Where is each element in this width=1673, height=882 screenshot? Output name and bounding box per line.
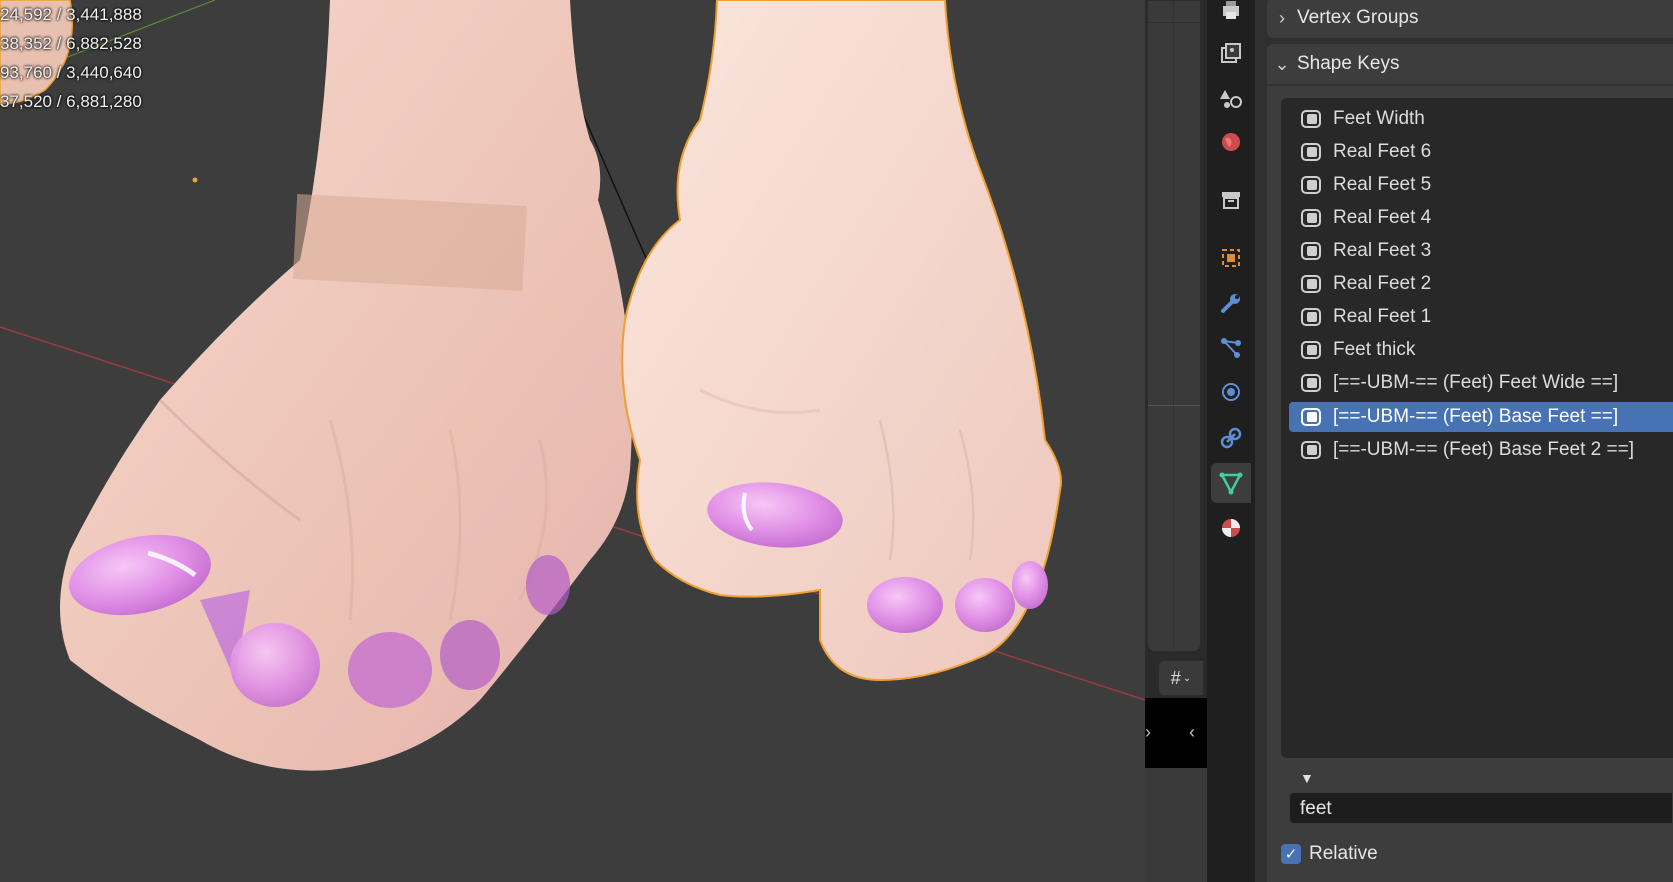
- tab-view-layer[interactable]: [1211, 33, 1251, 73]
- viewport-statistics: 24,592 / 3,441,888 38,352 / 6,882,528 93…: [0, 0, 142, 116]
- scene-icon: [1220, 90, 1242, 108]
- shape-key-icon: [1301, 408, 1321, 426]
- right-toenail-3: [955, 578, 1015, 632]
- shape-key-name: Feet thick: [1333, 339, 1416, 360]
- tab-world[interactable]: [1211, 122, 1251, 162]
- right-foot-mesh[interactable]: [621, 0, 1062, 682]
- box-icon: [1222, 192, 1240, 209]
- printer-icon: [1223, 1, 1239, 19]
- stat-line: 93,760 / 3,440,640: [0, 63, 142, 82]
- shape-key-icon: [1301, 441, 1321, 459]
- chevron-down-icon: ⌄: [1274, 53, 1290, 74]
- image-stack-icon: [1221, 43, 1241, 63]
- tab-physics[interactable]: [1211, 372, 1251, 412]
- relative-checkbox[interactable]: ✓: [1281, 844, 1301, 864]
- shape-keys-label: Shape Keys: [1297, 53, 1400, 74]
- list-item[interactable]: Real Feet 6: [1289, 137, 1673, 167]
- left-foot-mesh[interactable]: [60, 0, 632, 771]
- globe-icon: [1222, 133, 1240, 151]
- shape-key-name: Real Feet 6: [1333, 141, 1432, 162]
- shape-key-icon: [1301, 209, 1321, 227]
- tab-object[interactable]: [1211, 238, 1251, 278]
- stat-line: 24,592 / 3,441,888: [0, 5, 142, 24]
- shape-key-name: Real Feet 2: [1333, 273, 1432, 294]
- stat-line: 38,352 / 6,882,528: [0, 34, 142, 53]
- lower-region-strip: [1145, 768, 1207, 882]
- shape-key-filter-input[interactable]: feet: [1289, 792, 1673, 824]
- shape-keys-panel-header[interactable]: ⌄ Shape Keys: [1267, 44, 1673, 84]
- shape-key-name: [==-UBM-== (Feet) Feet Wide ==]: [1333, 372, 1619, 393]
- shape-key-icon: [1301, 143, 1321, 161]
- constraint-icon: [1220, 427, 1242, 449]
- shape-key-name: Real Feet 5: [1333, 174, 1432, 195]
- tab-particles[interactable]: [1211, 328, 1251, 368]
- viewport-scene[interactable]: [0, 0, 1145, 882]
- shape-key-icon: [1301, 275, 1321, 293]
- vertex-groups-label: Vertex Groups: [1297, 7, 1419, 28]
- shape-key-icon: [1301, 242, 1321, 260]
- vertex-groups-panel-header[interactable]: › Vertex Groups: [1267, 0, 1673, 38]
- shape-key-name: Real Feet 4: [1333, 207, 1432, 228]
- filter-options-toggle-icon[interactable]: ▼: [1300, 770, 1314, 786]
- tab-constraints[interactable]: [1211, 418, 1251, 458]
- shape-key-name: Real Feet 3: [1333, 240, 1432, 261]
- properties-editor: › Vertex Groups ⌄ Shape Keys Feet Width …: [1255, 0, 1673, 882]
- shape-key-icon: [1301, 341, 1321, 359]
- expand-left-icon[interactable]: ‹: [1189, 722, 1195, 743]
- shape-key-name: Real Feet 1: [1333, 306, 1432, 327]
- shape-key-icon: [1301, 176, 1321, 194]
- list-item-selected[interactable]: [==-UBM-== (Feet) Base Feet ==]: [1289, 402, 1673, 432]
- 3d-viewport[interactable]: 24,592 / 3,441,888 38,352 / 6,882,528 93…: [0, 0, 1145, 882]
- side-region-strip[interactable]: [1147, 0, 1201, 652]
- tab-collection[interactable]: [1211, 180, 1251, 220]
- relative-label: Relative: [1309, 843, 1378, 864]
- object-origin-dot[interactable]: [192, 177, 198, 183]
- shape-key-name: Feet Width: [1333, 108, 1425, 129]
- list-item[interactable]: Real Feet 5: [1289, 170, 1673, 200]
- shape-key-name: [==-UBM-== (Feet) Base Feet 2 ==]: [1333, 439, 1634, 460]
- expand-right-icon[interactable]: ›: [1145, 722, 1151, 743]
- relative-checkbox-row[interactable]: ✓ Relative: [1281, 843, 1378, 865]
- wrench-icon: [1221, 294, 1240, 313]
- list-item[interactable]: Real Feet 1: [1289, 302, 1673, 332]
- region-toggle-bar: › ‹: [1145, 698, 1207, 768]
- shape-key-icon: [1301, 308, 1321, 326]
- list-item[interactable]: Feet Width: [1289, 104, 1673, 134]
- object-square-icon: [1222, 249, 1240, 267]
- left-toenail-4: [440, 620, 500, 690]
- shape-key-list[interactable]: Feet Width Real Feet 6 Real Feet 5 Real …: [1281, 98, 1673, 758]
- mesh-triangle-icon: [1219, 472, 1243, 495]
- tab-scene[interactable]: [1211, 78, 1251, 118]
- left-toenail-2: [230, 623, 320, 707]
- list-item[interactable]: Feet thick: [1289, 335, 1673, 365]
- shape-key-icon: [1301, 374, 1321, 392]
- list-item[interactable]: [==-UBM-== (Feet) Feet Wide ==]: [1289, 368, 1673, 398]
- tab-output[interactable]: [1211, 0, 1251, 30]
- tab-material[interactable]: [1211, 508, 1251, 548]
- physics-orbit-icon: [1222, 383, 1240, 401]
- shape-key-name: [==-UBM-== (Feet) Base Feet ==]: [1333, 406, 1619, 427]
- tab-data[interactable]: [1211, 463, 1251, 503]
- chevron-right-icon: ›: [1279, 7, 1285, 28]
- shape-key-icon: [1301, 110, 1321, 128]
- right-toenail-2: [867, 577, 943, 633]
- checkmark-icon: ✓: [1284, 846, 1298, 863]
- grid-gizmo-button[interactable]: # ⌄: [1158, 660, 1204, 696]
- particles-icon: [1221, 338, 1241, 358]
- stat-line: 37,520 / 6,881,280: [0, 92, 142, 111]
- list-item[interactable]: [==-UBM-== (Feet) Base Feet 2 ==]: [1289, 435, 1673, 465]
- tab-modifiers[interactable]: [1211, 283, 1251, 323]
- left-toenail-5: [526, 555, 570, 615]
- material-sphere-icon: [1222, 519, 1240, 537]
- left-toenail-3: [348, 632, 432, 708]
- right-toenail-4: [1012, 561, 1048, 609]
- properties-tab-bar: [1207, 0, 1255, 882]
- list-item[interactable]: Real Feet 3: [1289, 236, 1673, 266]
- list-item[interactable]: Real Feet 2: [1289, 269, 1673, 299]
- list-item[interactable]: Real Feet 4: [1289, 203, 1673, 233]
- grid-gizmo-icon: #: [1170, 667, 1181, 688]
